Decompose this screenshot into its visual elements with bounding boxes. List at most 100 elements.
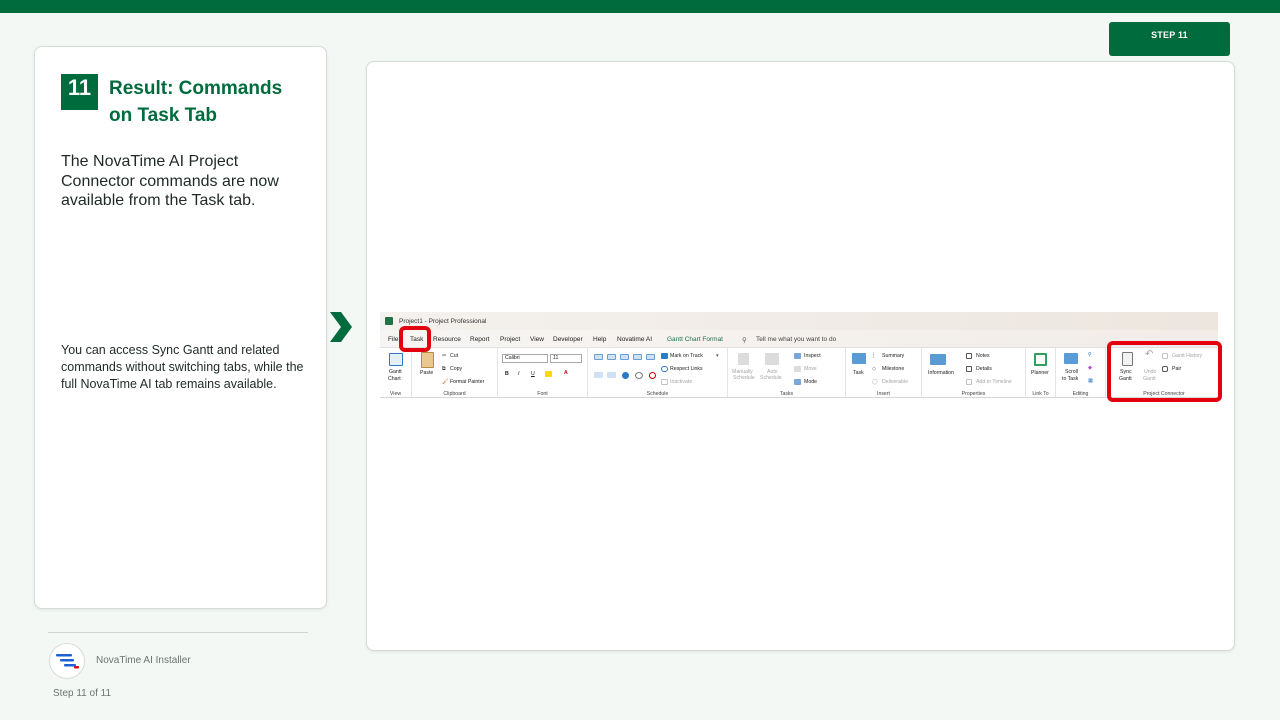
format-painter-icon: 🖌: [442, 379, 449, 385]
group-label-view: View: [389, 391, 402, 397]
move-button[interactable]: Move: [804, 366, 817, 372]
group-label-clipboard: Clipboard: [443, 391, 466, 397]
clear-icon[interactable]: ◆: [1088, 365, 1092, 371]
move-icon: [794, 366, 801, 372]
respect-links-icon: [661, 366, 668, 372]
details-button[interactable]: Details: [976, 366, 992, 372]
app-logo: [49, 643, 85, 679]
indent-icon[interactable]: [607, 372, 616, 378]
group-font: Calibri 11 B I U A Font: [498, 348, 588, 397]
manually-schedule-label-2[interactable]: Schedule: [733, 375, 755, 381]
mark-on-track-button[interactable]: Mark on Track: [670, 353, 703, 359]
group-schedule: Mark on Track ▾ Respect Links Inactivate…: [588, 348, 728, 397]
tab-project[interactable]: Project: [500, 336, 520, 343]
scroll-to-task-label-2[interactable]: to Task: [1062, 376, 1078, 382]
link-tasks-icon[interactable]: [622, 372, 629, 379]
tab-report[interactable]: Report: [470, 336, 490, 343]
group-view: Gantt Chart View: [380, 348, 412, 397]
step-title: Result: Commands on Task Tab: [109, 78, 283, 126]
group-label-editing: Editing: [1072, 391, 1089, 397]
add-to-timeline-button[interactable]: Add to Timeline: [976, 379, 1012, 385]
font-name-select[interactable]: Calibri: [502, 354, 548, 363]
paste-icon: [421, 352, 434, 368]
deliverable-button[interactable]: Deliverable: [882, 379, 908, 385]
cut-icon: ✂: [442, 353, 447, 359]
group-properties: Information Notes Details Add to Timelin…: [922, 348, 1026, 397]
group-editing: Scroll to Task ⚲ ◆ ▦ Editing: [1056, 348, 1106, 397]
gantt-chart-label-2[interactable]: Chart: [388, 376, 401, 382]
unlink-tasks-icon[interactable]: [635, 372, 643, 379]
bold-button[interactable]: B: [505, 371, 509, 377]
summary-icon: ┊: [872, 353, 876, 359]
format-painter-button[interactable]: Format Painter: [450, 379, 484, 385]
tab-novatime-ai[interactable]: Novatime AI: [617, 336, 652, 343]
tab-help[interactable]: Help: [593, 336, 606, 343]
tab-developer[interactable]: Developer: [553, 336, 583, 343]
notes-icon: [966, 353, 972, 359]
top-accent-bar: [0, 0, 1280, 13]
gantt-chart-icon: [389, 353, 403, 366]
group-label-link-to: Link To: [1032, 391, 1049, 397]
copy-button[interactable]: Copy: [450, 366, 462, 372]
step-note: You can access Sync Gantt and related co…: [61, 343, 304, 391]
group-label-tasks: Tasks: [779, 391, 794, 397]
inspect-button[interactable]: Inspect: [804, 353, 821, 359]
outdent-icon[interactable]: [594, 372, 603, 378]
step-card: 11 Result: Commands on Task Tab The Nova…: [34, 46, 327, 609]
respect-links-button[interactable]: Respect Links: [670, 366, 703, 372]
project-connector-highlight: [1107, 341, 1222, 402]
split-task-icon[interactable]: [649, 372, 656, 379]
timeline-icon: [966, 379, 972, 385]
details-icon: [966, 366, 972, 372]
inactivate-button[interactable]: Inactivate: [670, 379, 692, 385]
window-title-bar: Project1 - Project Professional: [380, 312, 1218, 330]
group-label-properties: Properties: [961, 391, 986, 397]
tab-file[interactable]: File: [388, 336, 398, 343]
group-insert: Task ┊ Summary ◇ Milestone ◯ Deliverable…: [846, 348, 922, 397]
find-icon[interactable]: ⚲: [1088, 352, 1092, 358]
insert-task-button[interactable]: Task: [853, 370, 864, 376]
auto-schedule-label-2[interactable]: Schedule: [760, 375, 782, 381]
cut-button[interactable]: Cut: [450, 353, 458, 359]
font-color-button[interactable]: A: [564, 370, 568, 376]
percent-75-icon[interactable]: [633, 354, 642, 360]
percent-100-icon[interactable]: [646, 354, 655, 360]
search-icon: ⚲: [742, 337, 747, 344]
group-label-font: Font: [537, 391, 548, 397]
tab-resource[interactable]: Resource: [433, 336, 461, 343]
milestone-button[interactable]: Milestone: [882, 366, 904, 372]
ribbon-tabs: File Task Resource Report Project View D…: [380, 330, 1218, 347]
planner-button[interactable]: Planner: [1031, 370, 1049, 376]
ribbon-screenshot: Project1 - Project Professional File Tas…: [380, 312, 1218, 398]
underline-button[interactable]: U: [531, 371, 535, 377]
group-clipboard: Paste ✂ Cut ⧉ Copy 🖌 Format Painter Clip…: [412, 348, 498, 397]
percent-50-icon[interactable]: [620, 354, 629, 360]
paste-button[interactable]: Paste: [420, 370, 433, 376]
scroll-to-task-label-1[interactable]: Scroll: [1065, 369, 1078, 375]
milestone-icon: ◇: [872, 366, 876, 372]
mode-button[interactable]: Mode: [804, 379, 817, 385]
chevron-down-icon[interactable]: ▾: [716, 353, 719, 359]
gantt-chart-label-1[interactable]: Gantt: [389, 369, 402, 375]
tell-me-box[interactable]: Tell me what you want to do: [756, 336, 836, 343]
fill-icon[interactable]: ▦: [1088, 378, 1093, 384]
task-tab-highlight: [399, 326, 431, 352]
information-button[interactable]: Information: [928, 370, 954, 376]
tab-view[interactable]: View: [530, 336, 544, 343]
percent-0-icon[interactable]: [594, 354, 603, 360]
footer-step-progress: Step 11 of 11: [53, 688, 112, 699]
notes-button[interactable]: Notes: [976, 353, 990, 359]
ribbon-body: Gantt Chart View Paste ✂ Cut ⧉ Copy 🖌 Fo…: [380, 347, 1218, 397]
project-app-icon: [385, 317, 393, 325]
highlight-color-icon[interactable]: [545, 371, 552, 377]
italic-button[interactable]: I: [518, 371, 519, 377]
tab-gantt-chart-format[interactable]: Gantt Chart Format: [667, 336, 723, 343]
footer-app-name: NovaTime AI Installer: [96, 655, 191, 666]
information-icon: [930, 354, 946, 365]
group-label-insert: Insert: [877, 391, 890, 397]
mark-on-track-icon: [661, 353, 668, 359]
percent-25-icon[interactable]: [607, 354, 616, 360]
summary-button[interactable]: Summary: [882, 353, 904, 359]
font-size-select[interactable]: 11: [550, 354, 582, 363]
inspect-icon: [794, 353, 801, 359]
